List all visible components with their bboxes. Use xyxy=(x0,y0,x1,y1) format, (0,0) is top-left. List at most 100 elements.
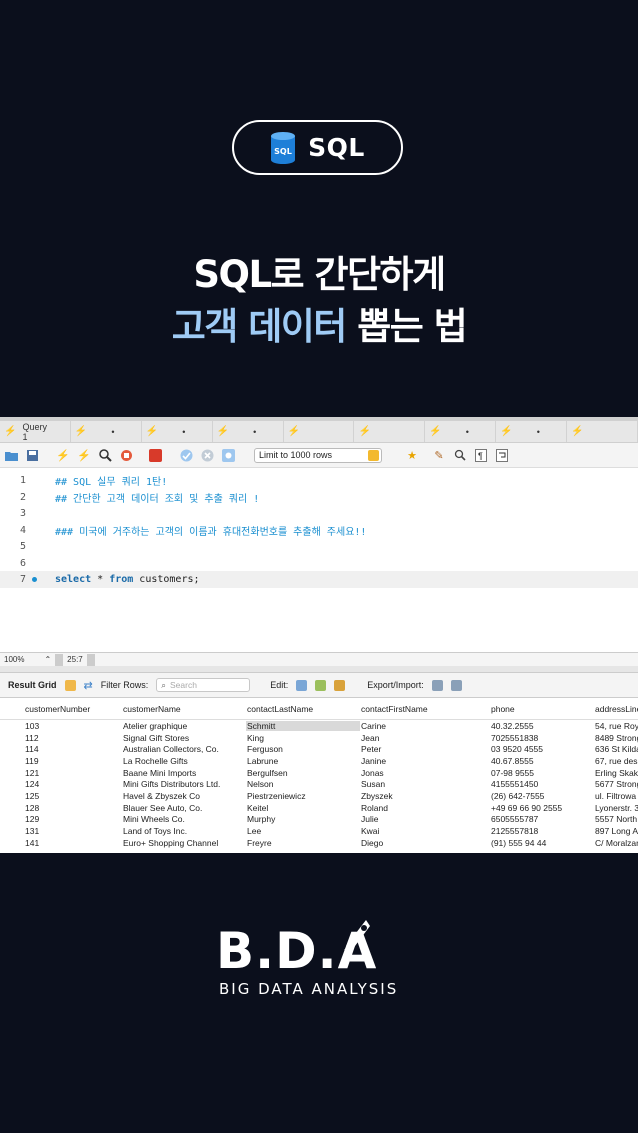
table-cell[interactable]: Euro+ Shopping Channel xyxy=(122,838,246,848)
result-grid-title[interactable]: Result Grid xyxy=(8,680,57,690)
table-cell[interactable]: Carine xyxy=(360,721,490,731)
table-cell[interactable]: 7025551838 xyxy=(490,733,594,743)
table-cell[interactable]: Ferguson xyxy=(246,744,360,754)
table-cell[interactable]: 67, rue des Cinquante Otages xyxy=(594,756,638,766)
editor-line[interactable]: 2 ## 간단한 고객 데이터 조회 및 추출 쿼리 ! xyxy=(0,489,638,506)
table-row[interactable]: 125 Havel & Zbyszek Co Piestrzeniewicz Zbys… xyxy=(0,790,638,802)
query-tab[interactable]: ⚡ • xyxy=(496,421,568,442)
editor-line[interactable]: 6 xyxy=(0,555,638,572)
zoom-stepper-icon[interactable]: ⌃ xyxy=(40,655,55,664)
table-row[interactable]: 121 Baane Mini Imports Bergulfsen Jonas 07-9… xyxy=(0,767,638,779)
table-cell[interactable]: 103 xyxy=(24,721,122,731)
table-cell[interactable]: Freyre xyxy=(246,838,360,848)
table-cell[interactable]: 131 xyxy=(24,826,122,836)
table-cell[interactable]: C/ Moralzarzal, 86 xyxy=(594,838,638,848)
table-cell[interactable]: 121 xyxy=(24,768,122,778)
table-cell[interactable]: Labrune xyxy=(246,756,360,766)
sql-editor[interactable]: 1 ## SQL 실무 쿼리 1탄! 2 ## 간단한 고객 데이터 조회 및 추출 … xyxy=(0,468,638,652)
query-tab[interactable]: ⚡ xyxy=(284,421,355,442)
editor-line[interactable]: 3 xyxy=(0,505,638,522)
table-cell[interactable]: Mini Wheels Co. xyxy=(122,814,246,824)
table-cell[interactable]: Roland xyxy=(360,803,490,813)
query-tab[interactable]: ⚡ • xyxy=(71,421,142,442)
table-cell[interactable]: Keitel xyxy=(246,803,360,813)
table-cell[interactable]: Bergulfsen xyxy=(246,768,360,778)
table-row[interactable]: 141 Euro+ Shopping Channel Freyre Diego (91)… xyxy=(0,837,638,849)
table-cell[interactable]: Lyonerstr. 34 xyxy=(594,803,638,813)
table-cell[interactable]: 5557 North Pendale Street xyxy=(594,814,638,824)
table-cell[interactable]: 897 Long Airport Avenue xyxy=(594,826,638,836)
table-row[interactable]: 129 Mini Wheels Co. Murphy Julie 6505555787 5… xyxy=(0,814,638,826)
table-cell[interactable]: Nelson xyxy=(246,779,360,789)
table-cell[interactable]: Havel & Zbyszek Co xyxy=(122,791,246,801)
table-cell[interactable]: Land of Toys Inc. xyxy=(122,826,246,836)
table-cell[interactable]: 114 xyxy=(24,744,122,754)
explain-icon[interactable] xyxy=(98,448,112,462)
refresh-icon[interactable]: ⇄ xyxy=(84,679,93,692)
table-cell[interactable]: King xyxy=(246,733,360,743)
table-cell[interactable]: Signal Gift Stores xyxy=(122,733,246,743)
table-row[interactable]: 103 Atelier graphique Schmitt Carine 40.32.2… xyxy=(0,720,638,732)
table-cell[interactable]: Peter xyxy=(360,744,490,754)
query-tab[interactable]: ⚡ Query 1 xyxy=(0,421,71,442)
table-cell[interactable]: Janine xyxy=(360,756,490,766)
query-tab[interactable]: ⚡ xyxy=(354,421,426,442)
column-header[interactable]: customerNumber xyxy=(24,704,122,714)
table-cell[interactable]: Baane Mini Imports xyxy=(122,768,246,778)
table-row[interactable]: 112 Signal Gift Stores King Jean 7025551838 8… xyxy=(0,732,638,744)
invisible-chars-icon[interactable]: ¶ xyxy=(474,448,488,462)
table-cell[interactable]: 8489 Strong St. xyxy=(594,733,638,743)
table-cell[interactable]: Kwai xyxy=(360,826,490,836)
table-cell[interactable]: Mini Gifts Distributors Ltd. xyxy=(122,779,246,789)
word-wrap-icon[interactable] xyxy=(495,448,509,462)
column-header[interactable]: phone xyxy=(490,704,594,714)
table-cell[interactable]: 4155551450 xyxy=(490,779,594,789)
table-cell[interactable]: Murphy xyxy=(246,814,360,824)
table-cell[interactable]: Julie xyxy=(360,814,490,824)
table-cell[interactable]: 141 xyxy=(24,838,122,848)
editor-line[interactable]: 1 ## SQL 실무 쿼리 1탄! xyxy=(0,472,638,489)
grid-icon[interactable] xyxy=(64,679,76,691)
table-cell[interactable]: La Rochelle Gifts xyxy=(122,756,246,766)
table-cell[interactable]: Zbyszek xyxy=(360,791,490,801)
export-icon[interactable] xyxy=(431,679,443,691)
table-cell[interactable]: 128 xyxy=(24,803,122,813)
column-header[interactable]: contactLastName xyxy=(246,704,360,714)
table-cell[interactable]: 125 xyxy=(24,791,122,801)
table-cell[interactable]: Piestrzeniewicz xyxy=(246,791,360,801)
import-icon[interactable] xyxy=(450,679,462,691)
table-cell[interactable]: (91) 555 94 44 xyxy=(490,838,594,848)
query-tab[interactable]: ⚡ • xyxy=(425,421,497,442)
commit-icon[interactable] xyxy=(179,448,193,462)
execute-icon[interactable]: ⚡ xyxy=(56,448,70,462)
table-cell[interactable]: Susan xyxy=(360,779,490,789)
table-cell[interactable]: Jonas xyxy=(360,768,490,778)
zoom-level[interactable]: 100% xyxy=(0,655,28,664)
column-header[interactable]: customerName xyxy=(122,704,246,714)
column-header[interactable]: contactFirstName xyxy=(360,704,490,714)
table-cell[interactable]: 112 xyxy=(24,733,122,743)
delete-row-icon[interactable] xyxy=(334,679,346,691)
table-row[interactable]: 124 Mini Gifts Distributors Ltd. Nelson Sus… xyxy=(0,778,638,790)
query-tab[interactable]: ⚡ xyxy=(567,421,638,442)
toggle-continue-icon[interactable] xyxy=(148,448,162,462)
limit-rows-select[interactable]: Limit to 1000 rows xyxy=(254,447,382,463)
query-tab[interactable]: ⚡ • xyxy=(142,421,213,442)
table-row[interactable]: 114 Australian Collectors, Co. Ferguson Pet… xyxy=(0,743,638,755)
save-icon[interactable] xyxy=(25,448,39,462)
table-cell[interactable]: 40.67.8555 xyxy=(490,756,594,766)
edit-row-icon[interactable] xyxy=(296,679,308,691)
filter-search-input[interactable]: ⌕ Search xyxy=(156,678,251,692)
table-cell[interactable]: +49 69 66 90 2555 xyxy=(490,803,594,813)
query-tab[interactable]: ⚡ • xyxy=(213,421,284,442)
editor-line[interactable]: 4 ### 미국에 거주하는 고객의 이름과 휴대전화번호를 추출해 주세요!! xyxy=(0,522,638,539)
add-row-icon[interactable] xyxy=(315,679,327,691)
editor-line[interactable]: 7 select * from customers; xyxy=(0,571,638,588)
find-icon[interactable] xyxy=(453,448,467,462)
table-cell[interactable]: Jean xyxy=(360,733,490,743)
table-cell[interactable]: Atelier graphique xyxy=(122,721,246,731)
brush-icon[interactable]: ✎ xyxy=(432,448,446,462)
table-row[interactable]: 131 Land of Toys Inc. Lee Kwai 2125557818 897… xyxy=(0,825,638,837)
table-row[interactable]: 119 La Rochelle Gifts Labrune Janine 40.67.8… xyxy=(0,755,638,767)
panel-splitter[interactable] xyxy=(0,666,638,673)
